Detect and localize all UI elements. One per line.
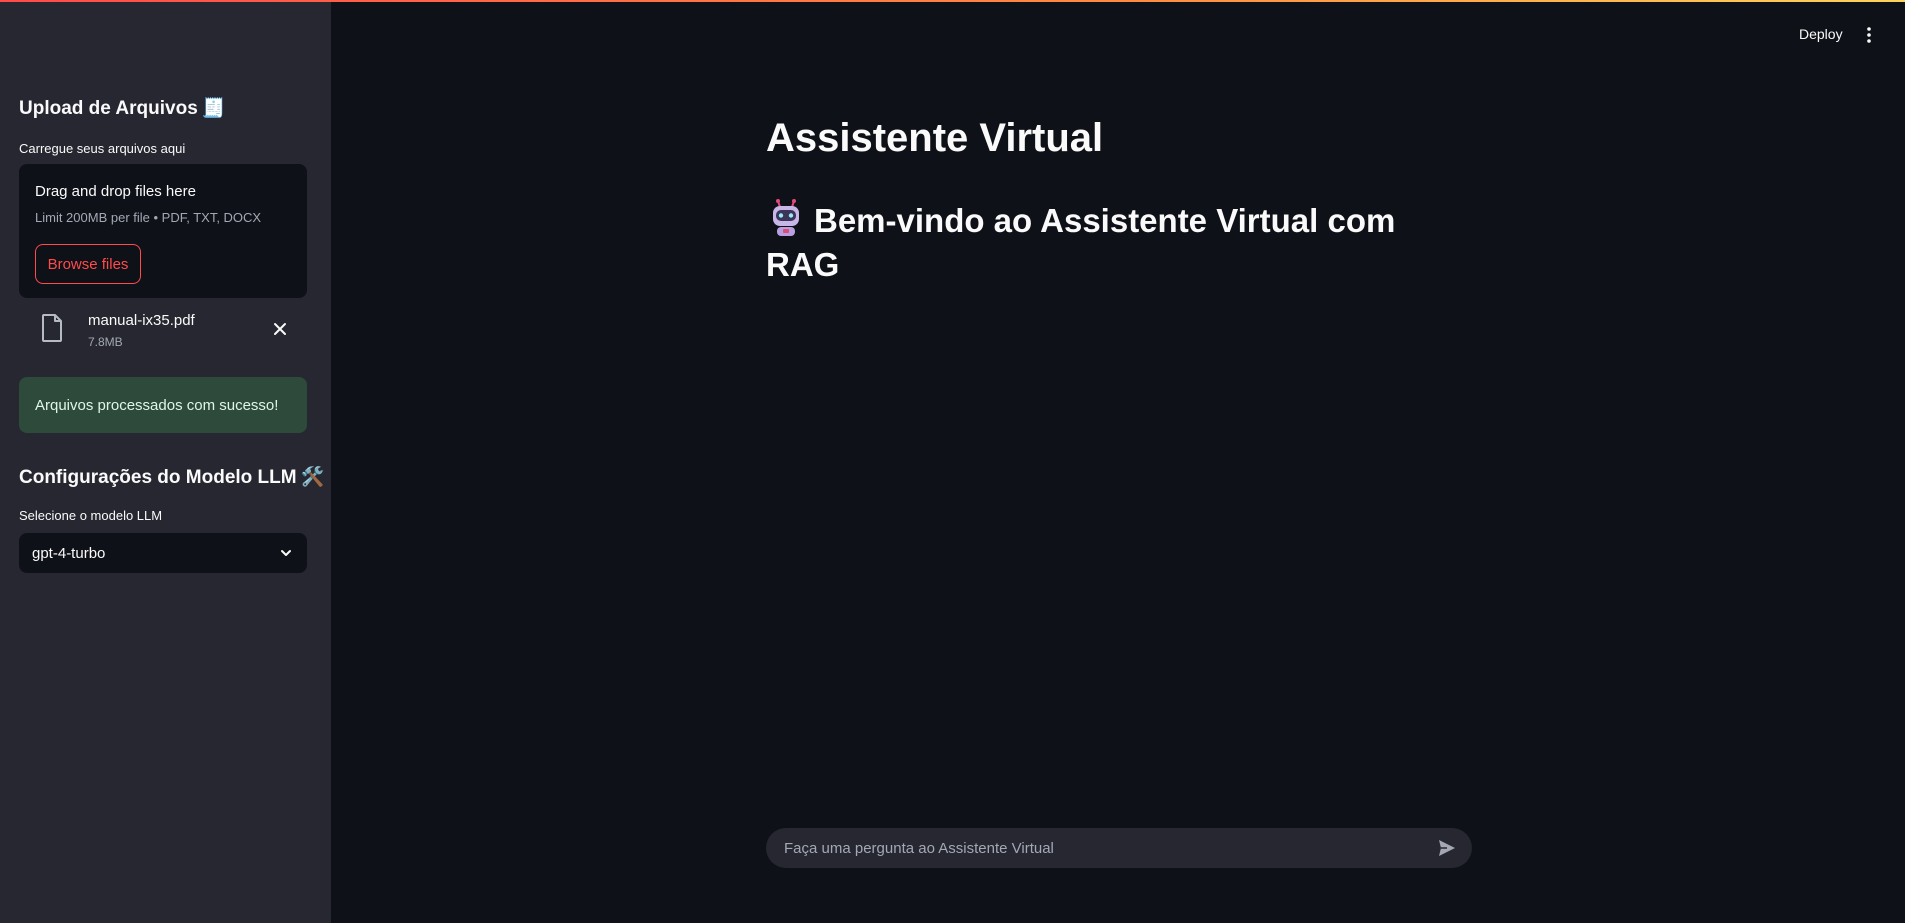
welcome-heading: Bem-vindo ao Assistente Virtual com RAG (766, 198, 1406, 287)
dropzone-subtitle: Limit 200MB per file • PDF, TXT, DOCX (35, 210, 262, 225)
send-icon[interactable] (1437, 838, 1457, 858)
receipt-icon: 🧾 (201, 97, 226, 119)
file-dropzone[interactable]: Drag and drop files here Limit 200MB per… (19, 164, 307, 298)
robot-icon (773, 199, 799, 236)
chat-input[interactable] (784, 828, 1404, 868)
main-content (331, 0, 1905, 923)
model-select[interactable]: gpt-4-turbo (19, 533, 307, 573)
uploader-label: Carregue seus arquivos aqui (19, 141, 186, 156)
tools-icon: 🛠️ (300, 466, 325, 488)
close-icon (274, 323, 286, 335)
page-title: Assistente Virtual (766, 116, 1104, 160)
top-decoration-stripe (0, 0, 1905, 2)
model-select-value: gpt-4-turbo (32, 544, 106, 562)
file-icon (42, 314, 62, 342)
sidebar: Upload de Arquivos 🧾 Carregue seus arquiv… (0, 0, 331, 923)
config-heading: Configurações do Modelo LLM 🛠️ (19, 465, 324, 489)
upload-heading: Upload de Arquivos 🧾 (19, 96, 225, 120)
remove-file-button[interactable] (269, 318, 291, 340)
deploy-button[interactable]: Deploy (1799, 26, 1843, 42)
upload-heading-text: Upload de Arquivos (19, 98, 198, 119)
chevron-down-icon (281, 550, 291, 556)
uploaded-file-size: 7.8MB (88, 335, 123, 349)
uploaded-file-name: manual-ix35.pdf (88, 312, 195, 329)
model-select-label: Selecione o modelo LLM (19, 508, 163, 523)
kebab-menu-icon[interactable] (1862, 26, 1876, 44)
chat-input-bar (766, 828, 1472, 868)
config-heading-text: Configurações do Modelo LLM (19, 467, 297, 488)
dropzone-title: Drag and drop files here (35, 183, 196, 200)
welcome-heading-text: Bem-vindo ao Assistente Virtual com RAG (766, 202, 1396, 283)
browse-files-button[interactable]: Browse files (35, 244, 141, 284)
uploaded-file-item: manual-ix35.pdf 7.8MB (19, 310, 307, 354)
success-alert: Arquivos processados com sucesso! (19, 377, 307, 433)
